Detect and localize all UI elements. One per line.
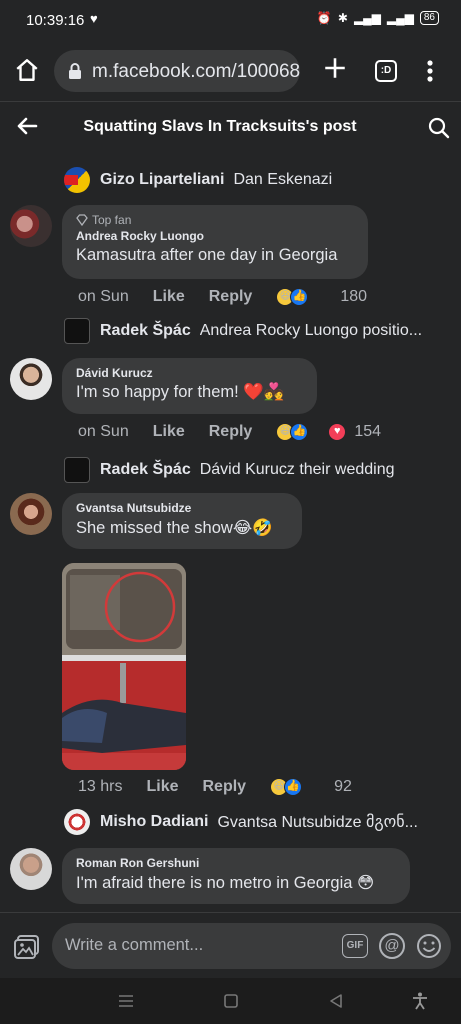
reply-author[interactable]: Misho Dadiani [100,813,208,831]
reactions[interactable]: 😆 👍 [270,778,326,796]
alarm-icon: ⏰ [316,11,332,25]
comment-actions: 13 hrs Like Reply 😆 👍 92 [78,778,352,796]
reply-author[interactable]: Radek Špác [100,322,191,340]
photo-icon[interactable] [14,934,40,960]
like-reaction-icon: 👍 [290,288,309,306]
like-button[interactable]: Like [153,423,185,441]
avatar[interactable] [10,205,52,247]
home-icon[interactable] [14,57,40,83]
avatar[interactable] [64,809,90,835]
reply-preview[interactable]: Gizo Liparteliani Dan Eskenazi [64,167,454,193]
comment-composer: Write a comment... GIF @ [0,912,461,978]
comment-text: She missed the show😂🤣 [76,519,273,537]
reaction-count: 154 [354,423,382,440]
reply-preview[interactable]: Misho Dadiani Gvantsa Nutsubidze მგონ... [64,809,454,835]
comment-text: I'm afraid there is no metro in Georgia … [76,874,375,892]
comment-author[interactable]: Gvantsa Nutsubidze [76,501,288,515]
reply-preview[interactable]: Radek Špác Dávid Kurucz their wedding [64,457,454,483]
comment-text: I'm so happy for them! ❤️💑 [76,383,285,401]
comment-bubble: Gvantsa Nutsubidze She missed the show😂🤣 [62,493,302,549]
status-time: 10:39:16 [26,12,85,29]
avatar[interactable] [10,493,52,535]
reply-button[interactable]: Reply [209,288,253,306]
avatar[interactable] [10,848,52,890]
comment-bubble: Roman Ron Gershuni I'm afraid there is n… [62,848,410,904]
comment-actions: on Sun Like Reply 😆 👍 ♥ 154 [78,423,381,441]
reactions[interactable]: 😆 👍 ♥ [276,423,347,441]
avatar[interactable] [64,457,90,483]
reactions[interactable]: 😆 👍 [276,288,332,306]
like-reaction-icon: 👍 [290,423,309,441]
comment-time: on Sun [78,288,129,305]
comment-time: on Sun [78,423,129,440]
comment-placeholder: Write a comment... [65,936,204,954]
avatar[interactable] [64,167,90,193]
heart-notification-icon: ♥ [90,11,98,26]
like-button[interactable]: Like [153,288,185,306]
like-button[interactable]: Like [146,778,178,796]
love-reaction-icon: ♥ [328,423,347,441]
lock-icon [69,63,81,79]
badge-label: Top fan [92,213,132,227]
reaction-count: 92 [334,778,352,795]
like-reaction-icon: 👍 [284,778,303,796]
top-fan-badge: Top fan [76,213,354,227]
post-header: Squatting Slavs In Tracksuits's post [0,103,461,153]
reply-text: Andrea Rocky Luongo positio... [199,322,423,339]
avatar[interactable] [64,318,90,344]
gif-button[interactable]: GIF [342,934,368,958]
battery-icon: 86 [419,11,439,25]
home-nav-icon[interactable] [221,992,241,1010]
system-nav-bar [0,978,461,1024]
comment-time: 13 hrs [78,778,123,795]
reply-preview[interactable]: Radek Špác Andrea Rocky Luongo positio..… [64,318,454,344]
url-text: m.facebook.com/100068 [92,61,300,82]
address-bar[interactable]: m.facebook.com/100068 [54,50,300,92]
signal-icon-2: ▂▄▆ [386,11,414,25]
page-title: Squatting Slavs In Tracksuits's post [83,118,357,135]
signal-icon: ▂▄▆ [353,11,381,25]
comment-author[interactable]: Andrea Rocky Luongo [76,229,354,243]
mention-button[interactable]: @ [379,933,405,959]
comment-photo[interactable] [62,563,186,770]
emoji-icon[interactable] [416,933,442,959]
reply-button[interactable]: Reply [209,423,253,441]
back-nav-icon[interactable] [326,992,346,1010]
reply-text: Dan Eskenazi [233,171,333,188]
comment-actions: on Sun Like Reply 😆 👍 180 [78,288,367,306]
comment-bubble: Dávid Kurucz I'm so happy for them! ❤️💑 [62,358,317,414]
reply-button[interactable]: Reply [202,778,246,796]
comment-author[interactable]: Dávid Kurucz [76,366,303,380]
more-vert-icon[interactable] [423,58,437,84]
avatar[interactable] [10,358,52,400]
comment-bubble: Top fan Andrea Rocky Luongo Kamasutra af… [62,205,368,279]
reply-text: Dávid Kurucz their wedding [199,461,395,478]
browser-toolbar: m.facebook.com/100068 :D [0,40,461,102]
comment-input[interactable]: Write a comment... GIF @ [52,923,451,969]
recent-apps-icon[interactable] [116,992,136,1010]
status-icons: ⏰ ✱ ▂▄▆ ▂▄▆ 86 [317,11,439,25]
diamond-icon [76,214,88,226]
comment-author[interactable]: Roman Ron Gershuni [76,856,396,870]
tabs-button[interactable]: :D [375,60,397,82]
bluetooth-icon: ✱ [337,11,348,25]
reply-author[interactable]: Radek Špác [100,461,191,479]
accessibility-icon[interactable] [410,992,430,1010]
comment-text: Kamasutra after one day in Georgia [76,246,338,264]
metro-photo-image [62,563,186,770]
reply-author[interactable]: Gizo Liparteliani [100,171,224,189]
reaction-count: 180 [340,288,368,305]
status-bar: 10:39:16 ♥ ⏰ ✱ ▂▄▆ ▂▄▆ 86 [0,0,461,40]
reply-text: Gvantsa Nutsubidze მგონ... [217,814,418,831]
new-tab-icon[interactable] [322,55,348,81]
search-icon[interactable] [428,117,450,139]
